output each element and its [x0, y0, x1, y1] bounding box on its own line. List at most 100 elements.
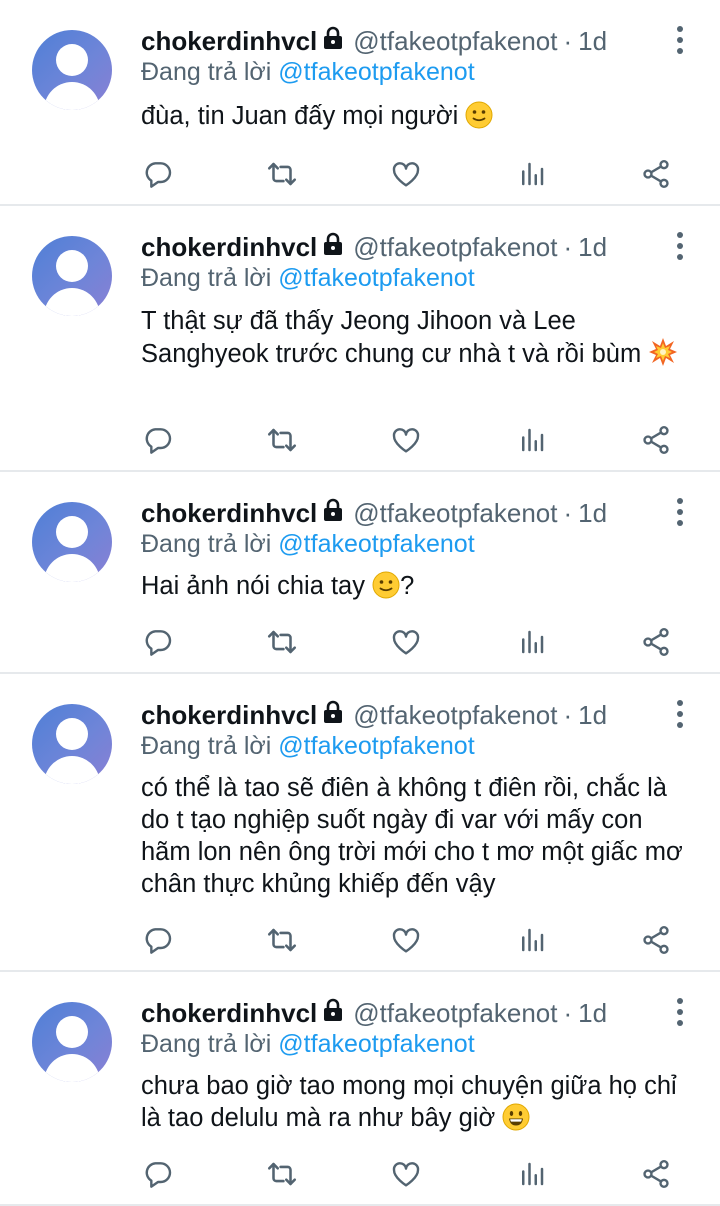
display-name[interactable]: chokerdinhvcl — [141, 232, 317, 263]
views-analytics-icon[interactable] — [512, 622, 552, 662]
tweet[interactable]: chokerdinhvcl @tfakeotpfakenot · 1d Đang… — [0, 472, 720, 674]
more-options-icon[interactable] — [674, 998, 686, 1026]
reply-mention-link[interactable]: @tfakeotpfakenot — [278, 58, 474, 86]
handle[interactable]: @tfakeotpfakenot — [353, 26, 557, 57]
lock-icon — [321, 26, 345, 57]
tweet[interactable]: chokerdinhvcl @tfakeotpfakenot · 1d Đang… — [0, 972, 720, 1206]
action-bar — [0, 920, 720, 960]
tweet[interactable]: chokerdinhvcl @tfakeotpfakenot · 1d Đang… — [0, 674, 720, 972]
retweet-icon[interactable] — [262, 154, 302, 194]
avatar[interactable] — [32, 30, 112, 110]
like-heart-icon[interactable] — [386, 920, 426, 960]
separator-dot: · — [563, 497, 573, 528]
like-heart-icon[interactable] — [386, 420, 426, 460]
tweet-text: T thật sự đã thấy Jeong Jihoon và Lee Sa… — [141, 305, 696, 375]
reply-mention-link[interactable]: @tfakeotpfakenot — [278, 264, 474, 292]
reply-prefix: Đang trả lời — [141, 732, 272, 760]
slightly-smiling-face-icon — [465, 101, 493, 137]
reply-icon[interactable] — [138, 420, 178, 460]
share-icon[interactable] — [636, 154, 676, 194]
lock-icon — [321, 498, 345, 529]
display-name[interactable]: chokerdinhvcl — [141, 700, 317, 731]
tweet-text: đùa, tin Juan đấy mọi người — [141, 100, 696, 137]
tweet-text: Hai ảnh nói chia tay ? — [141, 570, 696, 607]
action-bar — [0, 622, 720, 662]
more-options-icon[interactable] — [674, 498, 686, 526]
timestamp[interactable]: 1d — [578, 26, 607, 57]
handle[interactable]: @tfakeotpfakenot — [353, 700, 557, 731]
reply-prefix: Đang trả lời — [141, 1030, 272, 1058]
tweet-text-suffix: ? — [400, 572, 415, 600]
collision-icon — [648, 337, 678, 375]
views-analytics-icon[interactable] — [512, 154, 552, 194]
views-analytics-icon[interactable] — [512, 420, 552, 460]
like-heart-icon[interactable] — [386, 1154, 426, 1194]
handle[interactable]: @tfakeotpfakenot — [353, 232, 557, 263]
action-bar — [0, 420, 720, 460]
like-heart-icon[interactable] — [386, 154, 426, 194]
retweet-icon[interactable] — [262, 622, 302, 662]
timestamp[interactable]: 1d — [578, 498, 607, 529]
handle[interactable]: @tfakeotpfakenot — [353, 498, 557, 529]
tweet[interactable]: chokerdinhvcl @tfakeotpfakenot · 1d Đang… — [0, 0, 720, 206]
retweet-icon[interactable] — [262, 1154, 302, 1194]
avatar[interactable] — [32, 236, 112, 316]
tweet-header: chokerdinhvcl @tfakeotpfakenot · 1d — [141, 698, 607, 732]
handle[interactable]: @tfakeotpfakenot — [353, 998, 557, 1029]
replying-to: Đang trả lời @tfakeotpfakenot — [141, 264, 475, 293]
reply-mention-link[interactable]: @tfakeotpfakenot — [278, 1030, 474, 1058]
tweet[interactable]: chokerdinhvcl @tfakeotpfakenot · 1d Đang… — [0, 206, 720, 472]
reply-icon[interactable] — [138, 920, 178, 960]
timestamp[interactable]: 1d — [578, 232, 607, 263]
replying-to: Đang trả lời @tfakeotpfakenot — [141, 530, 475, 559]
tweet-text-body: T thật sự đã thấy Jeong Jihoon và Lee Sa… — [141, 307, 642, 368]
more-options-icon[interactable] — [674, 700, 686, 728]
action-bar — [0, 154, 720, 194]
separator-dot: · — [563, 699, 573, 730]
reply-icon[interactable] — [138, 1154, 178, 1194]
replying-to: Đang trả lời @tfakeotpfakenot — [141, 732, 475, 761]
display-name[interactable]: chokerdinhvcl — [141, 998, 317, 1029]
more-options-icon[interactable] — [674, 26, 686, 54]
slightly-smiling-face-icon — [372, 571, 400, 607]
tweet-text: chưa bao giờ tao mong mọi chuyện giữa họ… — [141, 1070, 696, 1139]
timestamp[interactable]: 1d — [578, 998, 607, 1029]
tweet-header: chokerdinhvcl @tfakeotpfakenot · 1d — [141, 24, 607, 58]
reply-icon[interactable] — [138, 622, 178, 662]
share-icon[interactable] — [636, 1154, 676, 1194]
display-name[interactable]: chokerdinhvcl — [141, 26, 317, 57]
separator-dot: · — [563, 25, 573, 56]
timestamp[interactable]: 1d — [578, 700, 607, 731]
replying-to: Đang trả lời @tfakeotpfakenot — [141, 58, 475, 87]
display-name[interactable]: chokerdinhvcl — [141, 498, 317, 529]
reply-icon[interactable] — [138, 154, 178, 194]
avatar[interactable] — [32, 502, 112, 582]
like-heart-icon[interactable] — [386, 622, 426, 662]
share-icon[interactable] — [636, 920, 676, 960]
tweet-text: có thể là tao sẽ điên à không t điên rồi… — [141, 772, 696, 900]
views-analytics-icon[interactable] — [512, 920, 552, 960]
separator-dot: · — [563, 997, 573, 1028]
tweet-header: chokerdinhvcl @tfakeotpfakenot · 1d — [141, 996, 607, 1030]
separator-dot: · — [563, 231, 573, 262]
tweet-text-body: đùa, tin Juan đấy mọi người — [141, 102, 459, 130]
retweet-icon[interactable] — [262, 920, 302, 960]
share-icon[interactable] — [636, 420, 676, 460]
lock-icon — [321, 998, 345, 1029]
avatar[interactable] — [32, 704, 112, 784]
grinning-face-icon — [502, 1103, 530, 1139]
views-analytics-icon[interactable] — [512, 1154, 552, 1194]
replying-to: Đang trả lời @tfakeotpfakenot — [141, 1030, 475, 1059]
tweet-feed: chokerdinhvcl @tfakeotpfakenot · 1d Đang… — [0, 0, 720, 1206]
reply-mention-link[interactable]: @tfakeotpfakenot — [278, 530, 474, 558]
tweet-text-body: chưa bao giờ tao mong mọi chuyện giữa họ… — [141, 1072, 677, 1132]
tweet-text-body: có thể là tao sẽ điên à không t điên rồi… — [141, 774, 683, 898]
avatar[interactable] — [32, 1002, 112, 1082]
lock-icon — [321, 700, 345, 731]
more-options-icon[interactable] — [674, 232, 686, 260]
tweet-header: chokerdinhvcl @tfakeotpfakenot · 1d — [141, 496, 607, 530]
reply-prefix: Đang trả lời — [141, 530, 272, 558]
reply-mention-link[interactable]: @tfakeotpfakenot — [278, 732, 474, 760]
share-icon[interactable] — [636, 622, 676, 662]
retweet-icon[interactable] — [262, 420, 302, 460]
